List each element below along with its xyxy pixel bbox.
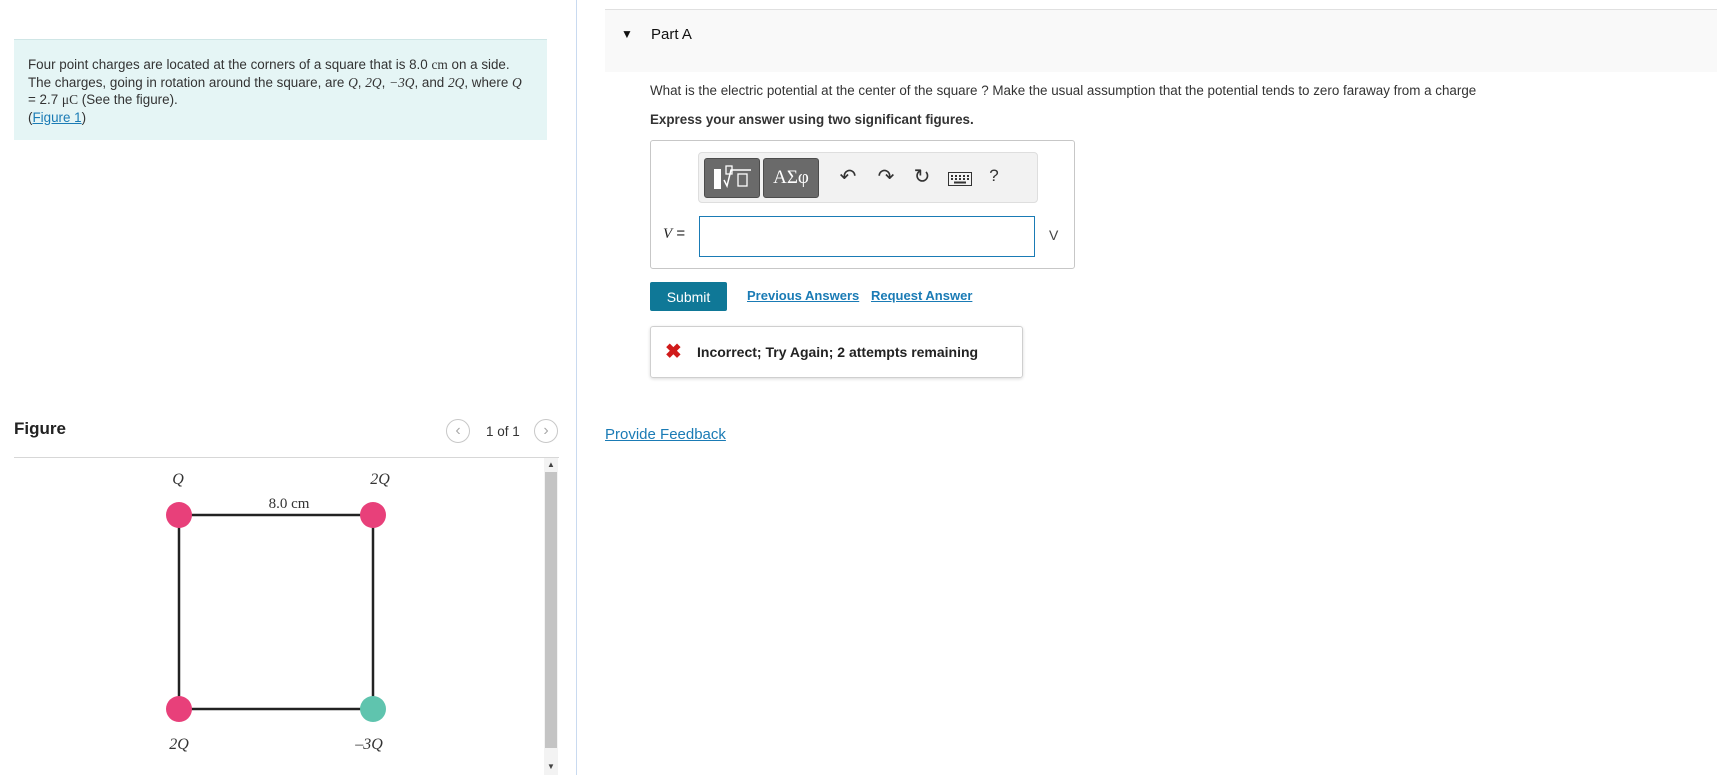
charge-q1: Q xyxy=(348,74,358,90)
part-header[interactable]: ▼ Part A xyxy=(605,9,1717,72)
figure-header: Figure ‹ 1 of 1 › xyxy=(14,415,559,458)
figure-link[interactable]: Figure 1 xyxy=(32,110,81,125)
problem-text-eq: = 2.7 xyxy=(28,92,62,107)
submit-button[interactable]: Submit xyxy=(650,282,727,311)
problem-statement: Four point charges are located at the co… xyxy=(14,39,547,140)
problem-text-where: , where xyxy=(464,74,512,90)
charge-bottom-right xyxy=(360,696,386,722)
charge-q2: 2Q xyxy=(365,74,382,90)
problem-text-and: , and xyxy=(414,74,448,90)
redo-icon[interactable]: ↷ xyxy=(871,164,901,189)
scroll-thumb[interactable] xyxy=(545,472,557,748)
math-toolbar: ΑΣφ ↶ ↷ ↻ ? xyxy=(698,152,1038,203)
problem-text-1: Four point charges are located at the co… xyxy=(28,57,432,72)
incorrect-icon: ✖ xyxy=(665,341,682,363)
label-bottom-right: –3Q xyxy=(354,736,383,753)
charge-q3: −3Q xyxy=(389,74,415,90)
figure-scrollbar[interactable]: ▲ ▼ xyxy=(544,458,558,775)
charge-q4: 2Q xyxy=(447,74,465,90)
figure-prev-button[interactable]: ‹ xyxy=(446,419,470,443)
provide-feedback-link[interactable]: Provide Feedback xyxy=(605,426,726,443)
figure-page-count: 1 of 1 xyxy=(486,424,520,439)
figure-title: Figure xyxy=(14,419,66,438)
part-title: Part A xyxy=(651,26,692,43)
charge-square-diagram: Q 2Q 8.0 cm 2Q –3Q xyxy=(166,471,390,753)
figure-next-button[interactable]: › xyxy=(534,419,558,443)
feedback-message: ✖ Incorrect; Try Again; 2 attempts remai… xyxy=(650,326,1023,378)
unit-microcoulomb: μC xyxy=(61,92,79,107)
previous-answers-link[interactable]: Previous Answers xyxy=(747,288,859,303)
equals-sign: = xyxy=(672,225,686,242)
scroll-down-icon[interactable]: ▼ xyxy=(547,762,555,771)
answer-box: ΑΣφ ↶ ↷ ↻ ? V = V xyxy=(650,140,1075,269)
feedback-text: Incorrect; Try Again; 2 attempts remaini… xyxy=(697,344,979,360)
question-text: What is the electric potential at the ce… xyxy=(650,83,1477,98)
undo-icon[interactable]: ↶ xyxy=(833,164,863,189)
templates-button[interactable] xyxy=(704,158,760,198)
unit-cm: cm xyxy=(431,57,448,72)
chevron-left-icon: ‹ xyxy=(455,422,461,439)
chevron-right-icon: › xyxy=(543,422,549,439)
label-top-right: 2Q xyxy=(370,471,390,488)
answer-input[interactable] xyxy=(699,216,1035,257)
charge-top-left xyxy=(166,502,192,528)
label-bottom-left: 2Q xyxy=(169,736,189,753)
label-top-left: Q xyxy=(172,471,184,488)
answer-unit: V xyxy=(1049,227,1059,243)
keyboard-icon[interactable] xyxy=(945,169,975,192)
fraction-sqrt-icon xyxy=(714,165,751,189)
column-divider xyxy=(576,0,577,775)
charge-top-right xyxy=(360,502,386,528)
figure-canvas: Q 2Q 8.0 cm 2Q –3Q xyxy=(14,458,544,775)
answer-instruction: Express your answer using two significan… xyxy=(650,112,974,127)
request-answer-link[interactable]: Request Answer xyxy=(871,288,972,303)
reset-icon[interactable]: ↻ xyxy=(907,164,937,189)
caret-down-icon[interactable]: ▼ xyxy=(621,27,633,41)
charge-bottom-left xyxy=(166,696,192,722)
square-outline xyxy=(177,513,375,711)
help-button[interactable]: ? xyxy=(979,166,1009,186)
problem-text-see: (See the figure). xyxy=(78,92,178,107)
variable-label: V = xyxy=(663,225,685,243)
variable-symbol: V xyxy=(663,226,673,242)
scroll-up-icon[interactable]: ▲ xyxy=(547,460,555,469)
label-side-length: 8.0 cm xyxy=(269,496,310,512)
symbols-button[interactable]: ΑΣφ xyxy=(763,158,819,198)
charge-variable: Q xyxy=(512,74,522,90)
